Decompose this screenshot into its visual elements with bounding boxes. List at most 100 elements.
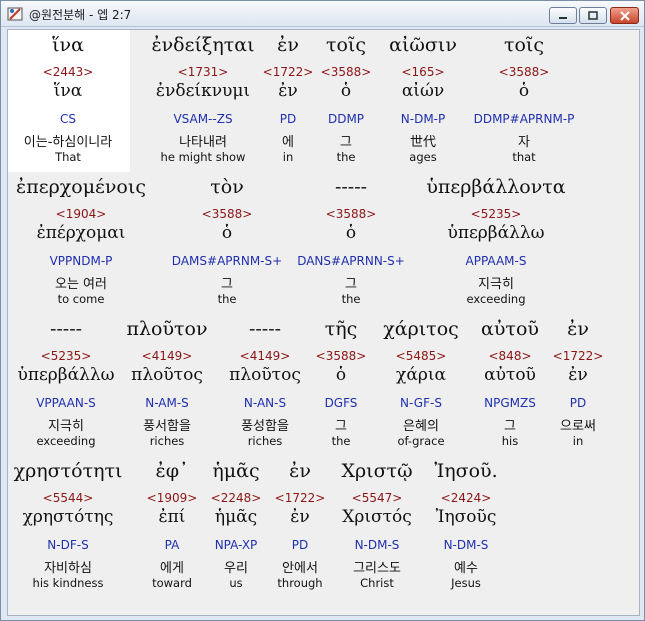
greek-word[interactable]: ἐν xyxy=(567,318,589,340)
greek-word[interactable]: τοῖς xyxy=(504,34,544,56)
parsing-code: DANS#APRNN-S+ xyxy=(297,254,405,268)
greek-word[interactable]: χάριτος xyxy=(383,318,459,340)
parsing-code: NPA-XP xyxy=(214,538,258,552)
interlinear-panel[interactable]: ἵνα <2443> ἵνα CS 이는-하심이니라 That ἐνδείξηται <173… xyxy=(7,29,640,616)
greek-word[interactable]: Ἰησοῦ. xyxy=(434,460,497,482)
strong-number: <3588> xyxy=(325,207,377,221)
greek-word[interactable]: τὸν xyxy=(210,176,244,198)
english-gloss: Christ xyxy=(360,576,394,590)
greek-word[interactable]: ἐν xyxy=(277,34,299,56)
parsing-code: DDMP xyxy=(327,112,365,126)
parsing-code: N-DM-P xyxy=(400,112,446,126)
maximize-button[interactable] xyxy=(579,7,607,24)
korean-gloss: 지극히 xyxy=(48,419,84,434)
close-button[interactable] xyxy=(610,7,639,24)
korean-gloss: 그 xyxy=(340,135,352,150)
strong-number: <3588> xyxy=(320,65,372,79)
app-icon xyxy=(7,7,23,21)
minimize-button[interactable] xyxy=(549,7,577,24)
parsing-code: VPPAAN-S xyxy=(36,396,96,410)
korean-gloss: 예수 xyxy=(454,561,478,576)
strong-number: <2443> xyxy=(42,65,94,79)
greek-word[interactable]: ἐν xyxy=(289,460,311,482)
korean-gloss: 우리 xyxy=(224,561,248,576)
greek-word[interactable]: τοῖς xyxy=(326,34,366,56)
greek-word[interactable]: ----- xyxy=(335,176,367,198)
greek-word[interactable]: ἐνδείξηται xyxy=(151,34,254,56)
close-icon xyxy=(619,10,630,21)
greek-word[interactable]: αὐτοῦ xyxy=(481,318,539,340)
korean-gloss: 그 xyxy=(335,419,347,434)
lemma: ἐπί xyxy=(158,507,186,527)
greek-word[interactable]: ἐφ᾽ xyxy=(156,460,189,482)
korean-gloss: 그리스도 xyxy=(353,561,401,576)
english-gloss: ages xyxy=(409,150,437,164)
lemma: ἡμᾶς xyxy=(214,507,258,527)
strong-number: <1909> xyxy=(146,491,198,505)
korean-gloss: 에 xyxy=(282,135,294,150)
lemma: ὁ xyxy=(335,365,347,385)
english-gloss: in xyxy=(572,434,584,448)
parsing-code: VSAM--ZS xyxy=(173,112,233,126)
english-gloss: That xyxy=(55,150,81,164)
lemma: ἐν xyxy=(278,81,298,101)
lemma: πλοῦτος xyxy=(131,365,203,385)
strong-number: <1722> xyxy=(552,349,604,363)
parsing-code: N-DM-S xyxy=(354,538,400,552)
korean-gloss: 자비하심 xyxy=(44,561,92,576)
english-gloss: in xyxy=(282,150,294,164)
window-title: @원전분해 - 엡 2:7 xyxy=(29,8,132,22)
english-gloss: the xyxy=(217,292,237,306)
parsing-code: CS xyxy=(60,112,76,126)
greek-word[interactable]: χρηστότητι xyxy=(14,460,123,482)
english-gloss: his xyxy=(501,434,519,448)
greek-word[interactable]: ----- xyxy=(249,318,281,340)
parsing-code: N-DM-S xyxy=(443,538,489,552)
lemma: ἐν xyxy=(568,365,588,385)
strong-number: <5544> xyxy=(42,491,94,505)
english-gloss: riches xyxy=(247,434,283,448)
greek-word[interactable]: Χριστῷ xyxy=(341,460,412,482)
english-gloss: Jesus xyxy=(451,576,481,590)
title-bar[interactable]: @원전분해 - 엡 2:7 xyxy=(1,1,644,27)
english-gloss: of-grace xyxy=(397,434,445,448)
strong-number: <1722> xyxy=(274,491,326,505)
greek-word[interactable]: τῆς xyxy=(325,318,358,340)
minimize-icon xyxy=(559,16,567,19)
greek-word[interactable]: ὑπερβάλλοντα xyxy=(426,176,565,198)
strong-number: <2248> xyxy=(210,491,262,505)
greek-word[interactable]: ----- xyxy=(50,318,82,340)
greek-word[interactable]: αἰῶσιν xyxy=(389,34,457,56)
english-gloss: his kindness xyxy=(32,576,104,590)
parsing-code: N-GF-S xyxy=(400,396,442,410)
parsing-code: PD xyxy=(279,112,297,126)
parsing-code: DGFS xyxy=(324,396,358,410)
korean-gloss: 안에서 xyxy=(282,561,318,576)
korean-gloss: 그 xyxy=(221,277,233,292)
english-gloss: to come xyxy=(57,292,105,306)
greek-word[interactable]: ἡμᾶς xyxy=(212,460,259,482)
english-gloss: toward xyxy=(152,576,192,590)
strong-number: <5235> xyxy=(470,207,522,221)
english-gloss: that xyxy=(512,150,536,164)
app-window: @원전분해 - 엡 2:7 ἵνα <2443> ἵνα CS 이는-하심이니라 That… xyxy=(0,0,645,621)
parsing-code: N-AN-S xyxy=(243,396,287,410)
english-gloss: exceeding xyxy=(36,434,96,448)
greek-word[interactable]: πλοῦτον xyxy=(126,318,207,340)
greek-word[interactable]: ἐπερχομένοις xyxy=(16,176,146,198)
korean-gloss: 나타내려 xyxy=(179,135,227,150)
korean-gloss: 이는-하심이니라 xyxy=(23,135,113,150)
parsing-code: VPPNDM-P xyxy=(49,254,113,268)
parsing-code: PA xyxy=(164,538,180,552)
korean-gloss: 그 xyxy=(345,277,357,292)
korean-gloss: 으로써 xyxy=(560,419,596,434)
lemma: Χριστός xyxy=(342,507,412,527)
lemma: χάρια xyxy=(396,365,446,385)
strong-number: <3588> xyxy=(201,207,253,221)
english-gloss: us xyxy=(229,576,243,590)
greek-word[interactable]: ἵνα xyxy=(52,34,84,56)
lemma: ὁ xyxy=(345,223,357,243)
english-gloss: the xyxy=(341,292,361,306)
english-gloss: he might show xyxy=(160,150,246,164)
parsing-code: PD xyxy=(569,396,587,410)
